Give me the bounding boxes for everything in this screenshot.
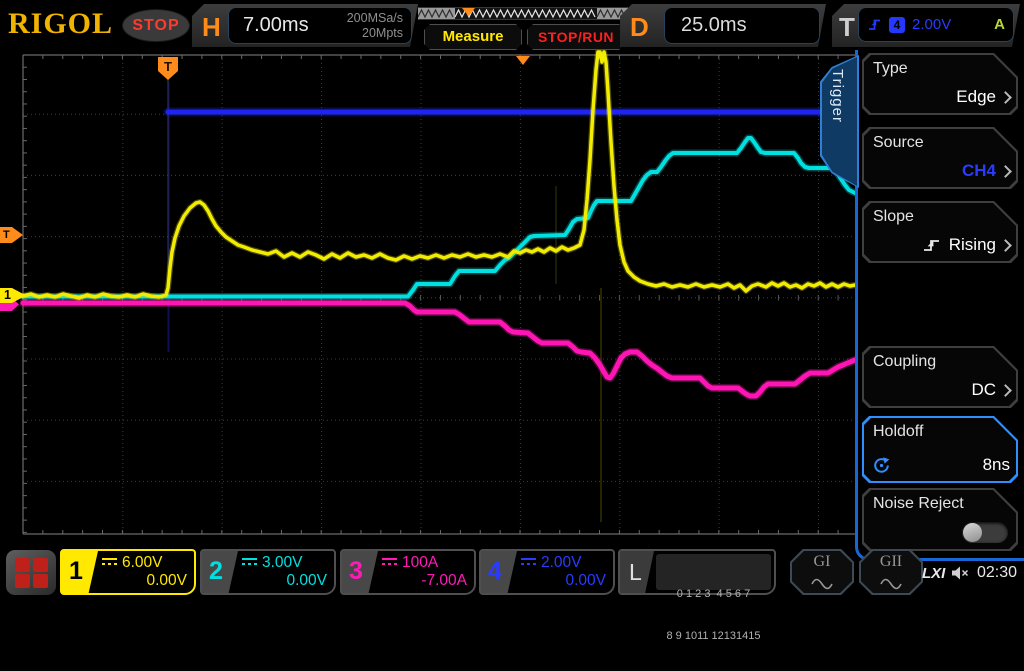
channel3-offset: -7.00A	[421, 572, 467, 589]
channel3-scale: 100A	[402, 554, 439, 571]
horizontal-label: H	[202, 12, 221, 42]
menu-item-value: DC	[971, 380, 996, 399]
menu-grid-icon	[15, 558, 30, 572]
sine-wave-icon	[811, 578, 833, 590]
noise-reject-toggle[interactable]	[962, 522, 1008, 543]
rigol-logo: RIGOL	[8, 7, 114, 40]
menu-item-slope[interactable]: Slope Rising	[862, 201, 1018, 263]
sample-rate: 200MSa/s	[346, 11, 403, 25]
channel1-scale: 6.00V	[122, 554, 163, 571]
stop-run-button[interactable]: STOP/RUN	[527, 24, 625, 50]
trace-ch2	[20, 134, 858, 300]
generator1-label: GI	[813, 553, 831, 570]
menu-item-type[interactable]: Type Edge	[862, 53, 1018, 115]
trace-ch3	[20, 300, 858, 399]
menu-item-label: Source	[873, 134, 924, 151]
menu-item-value: Edge	[956, 87, 996, 106]
chevron-right-icon	[999, 238, 1012, 252]
lxi-logo: LXI	[922, 565, 946, 582]
menu-item-noise-reject[interactable]: Noise Reject	[862, 488, 1018, 551]
menu-item-holdoff[interactable]: Holdoff 8ns	[862, 416, 1018, 483]
channel4-offset: 0.00V	[565, 572, 606, 589]
dc-coupling-icon	[242, 558, 257, 568]
logic-label: L	[629, 559, 642, 585]
dc-coupling-icon	[521, 558, 536, 568]
clock: 02:30	[977, 564, 1018, 581]
delay-label: D	[630, 12, 649, 42]
menu-item-label: Type	[873, 60, 908, 77]
memory-position-bar[interactable]	[418, 7, 628, 20]
delay-readout[interactable]: 25.0ms	[664, 7, 820, 44]
chevron-right-icon	[999, 164, 1012, 178]
channel2-scale: 3.00V	[262, 554, 303, 571]
speaker-muted-icon[interactable]	[951, 565, 970, 581]
trigger-panel[interactable]: T 4 2.00V A	[832, 4, 1020, 47]
channel1-offset: 0.00V	[146, 572, 187, 589]
menu-grid-icon	[15, 574, 30, 588]
home-menu-button[interactable]	[6, 550, 56, 595]
timebase-value: 7.00ms	[243, 14, 309, 36]
menu-grid-icon	[33, 558, 48, 572]
channel4-scale: 2.00V	[541, 554, 582, 571]
channel4-status-box[interactable]: 4 2.00V 0.00V	[479, 549, 615, 595]
channel4-number: 4	[488, 557, 502, 585]
top-status-bar: RIGOL STOP H 7.00ms 200MSa/s 20Mpts Meas…	[0, 0, 1024, 50]
logic-channels-box[interactable]: L 0 1 2 3 4 5 6 7 8 9 1011 12131415	[618, 549, 776, 642]
trigger-menu-tab-label: Trigger	[829, 69, 846, 123]
trigger-level-value: 2.00V	[912, 16, 952, 33]
horizontal-panel[interactable]: H 7.00ms 200MSa/s 20Mpts	[192, 4, 418, 47]
menu-item-coupling[interactable]: Coupling DC	[862, 346, 1018, 408]
rising-edge-icon	[867, 17, 882, 32]
channel3-status-box[interactable]: 3 100A -7.00A	[340, 549, 476, 595]
generator2-label: GII	[879, 553, 903, 570]
rotate-knob-icon	[874, 457, 890, 473]
acquisition-info: 200MSa/s 20Mpts	[347, 11, 403, 41]
menu-item-label: Noise Reject	[873, 495, 964, 512]
logic-row-2: 8 9 1011 12131415	[666, 630, 761, 642]
menu-item-value: 8ns	[982, 455, 1010, 474]
trace-ch3	[20, 299, 858, 400]
menu-item-value: Rising	[948, 235, 996, 254]
chevron-right-icon	[999, 90, 1012, 104]
memory-depth: 20Mpts	[362, 26, 403, 40]
sine-wave-icon	[880, 578, 902, 590]
channel2-status-box[interactable]: 2 3.00V 0.00V	[200, 549, 336, 595]
menu-item-label: Coupling	[873, 353, 937, 370]
channel2-number: 2	[209, 557, 223, 585]
logic-channel-list: 0 1 2 3 4 5 6 7 8 9 1011 12131415	[656, 554, 771, 642]
logic-row-1: 0 1 2 3 4 5 6 7	[676, 588, 751, 600]
generator1-button[interactable]: GI	[790, 549, 854, 595]
chevron-right-icon	[999, 383, 1012, 397]
channel1-number: 1	[69, 557, 83, 585]
trigger-label: T	[839, 12, 855, 42]
dc-coupling-icon	[382, 558, 397, 568]
menu-item-label: Slope	[873, 208, 914, 225]
delay-value: 25.0ms	[681, 14, 747, 36]
center-reference-marker	[516, 56, 530, 65]
measure-button[interactable]: Measure	[424, 24, 522, 50]
menu-item-label: Holdoff	[873, 423, 924, 440]
channel1-status-box[interactable]: 1 6.00V 0.00V	[60, 549, 196, 595]
trigger-readout[interactable]: 4 2.00V A	[858, 7, 1014, 42]
menu-item-value: CH4	[961, 161, 996, 180]
menu-item-source[interactable]: Source CH4	[862, 127, 1018, 189]
run-state-badge: STOP	[122, 9, 190, 42]
generator2-button[interactable]: GII	[859, 549, 923, 595]
toggle-knob	[963, 523, 982, 542]
channel2-offset: 0.00V	[286, 572, 327, 589]
svg-text:T: T	[164, 59, 172, 74]
channel3-number: 3	[349, 557, 363, 585]
trace-ch2	[21, 136, 857, 299]
trigger-source-badge: 4	[889, 17, 905, 33]
rising-slope-icon	[923, 240, 939, 251]
menu-grid-icon	[33, 574, 48, 588]
delay-panel[interactable]: D 25.0ms	[620, 4, 826, 47]
dc-coupling-icon	[102, 558, 117, 568]
trigger-sweep-mode: A	[994, 16, 1005, 33]
horizontal-readout[interactable]: 7.00ms 200MSa/s 20Mpts	[228, 7, 412, 44]
waveform-display[interactable]: T	[20, 50, 858, 540]
